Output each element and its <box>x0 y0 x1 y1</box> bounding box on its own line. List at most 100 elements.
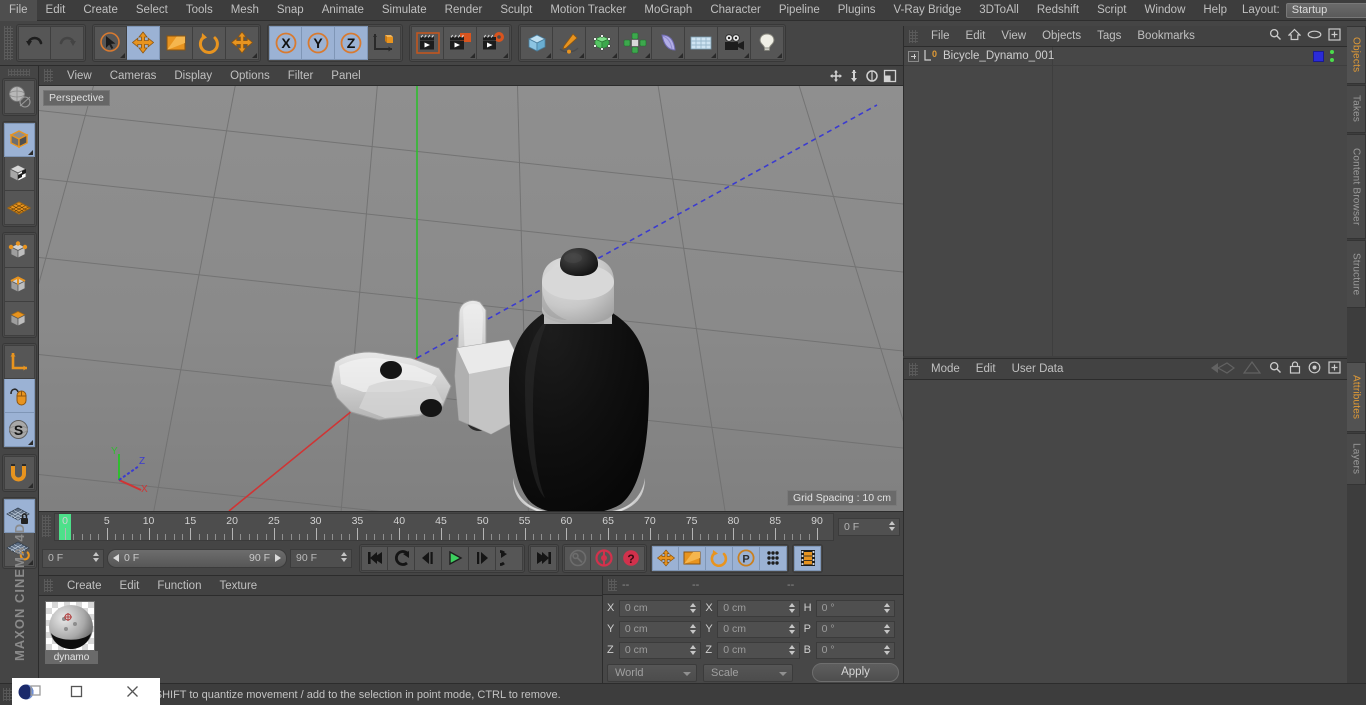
redo-button[interactable] <box>51 26 84 60</box>
material-menu-function[interactable]: Function <box>148 576 210 596</box>
object-menu-objects[interactable]: Objects <box>1034 26 1089 47</box>
visibility-dots-icon[interactable] <box>1330 50 1339 62</box>
timeline-range-slider[interactable]: 0 F 90 F <box>107 548 287 568</box>
next-key-button[interactable] <box>496 545 523 571</box>
menu-item-motion-tracker[interactable]: Motion Tracker <box>541 0 635 21</box>
tab-structure[interactable]: Structure <box>1347 240 1366 308</box>
record-parameter-button[interactable]: P <box>733 545 760 571</box>
viewport-menu-display[interactable]: Display <box>165 66 221 86</box>
menu-item-simulate[interactable]: Simulate <box>373 0 436 21</box>
menu-item-plugins[interactable]: Plugins <box>829 0 885 21</box>
enable-snap-button[interactable]: S <box>3 413 35 447</box>
viewport-menu-panel[interactable]: Panel <box>322 66 369 86</box>
object-menu-view[interactable]: View <box>993 26 1034 47</box>
dynamic-place-tool[interactable] <box>226 26 259 60</box>
coordinate-mode-select[interactable]: Scale <box>703 663 793 682</box>
coord-input-pos-y[interactable]: 0 cm <box>618 620 702 638</box>
rotate-icon[interactable] <box>865 69 879 83</box>
back-nav-icon[interactable] <box>1209 361 1236 378</box>
material-item[interactable]: dynamo <box>45 601 98 664</box>
material-menu-texture[interactable]: Texture <box>210 576 266 596</box>
material-menu-edit[interactable]: Edit <box>111 576 149 596</box>
coord-input-pos-z[interactable]: 0 cm <box>618 641 702 659</box>
make-editable-button[interactable] <box>3 123 35 157</box>
forward-nav-icon[interactable] <box>1242 360 1262 378</box>
timeline-current-frame-input[interactable]: 0 F <box>42 548 104 568</box>
rotate-tool[interactable] <box>193 26 226 60</box>
left-toolbar-grip[interactable] <box>8 69 30 76</box>
move-tool[interactable] <box>127 26 160 60</box>
add-spline-button[interactable] <box>553 26 586 60</box>
record-scale-button[interactable] <box>679 545 706 571</box>
coord-input-size-z[interactable]: 0 cm <box>717 641 800 659</box>
edges-mode-button[interactable] <box>3 268 35 302</box>
search-icon[interactable] <box>1269 28 1282 44</box>
timeline-end-frame-input[interactable]: 90 F <box>290 548 352 568</box>
coordinate-system-select[interactable]: World <box>607 663 697 682</box>
object-menu-edit[interactable]: Edit <box>958 26 994 47</box>
search-icon[interactable] <box>1269 361 1282 377</box>
apply-button[interactable]: Apply <box>812 663 899 682</box>
add-scene-button[interactable] <box>685 26 718 60</box>
add-nurbs-button[interactable] <box>586 26 619 60</box>
spinner-icon[interactable] <box>690 623 697 636</box>
tab-takes[interactable]: Takes <box>1347 85 1366 133</box>
target-icon[interactable] <box>1308 361 1321 377</box>
go-to-start-button[interactable] <box>361 545 388 571</box>
tab-attributes[interactable]: Attributes <box>1347 362 1366 432</box>
menu-item-render[interactable]: Render <box>436 0 492 21</box>
menu-item-animate[interactable]: Animate <box>313 0 373 21</box>
attributes-menu-mode[interactable]: Mode <box>923 359 968 380</box>
go-to-end-button[interactable] <box>530 545 557 571</box>
menu-item-mesh[interactable]: Mesh <box>222 0 268 21</box>
viewport-menu-options[interactable]: Options <box>221 66 279 86</box>
material-manager-grip[interactable] <box>44 579 53 592</box>
eye-icon[interactable] <box>1307 29 1322 43</box>
viewport-grip[interactable] <box>44 69 53 82</box>
layout-select[interactable]: Startup <box>1285 2 1366 18</box>
spinner-icon[interactable] <box>690 644 697 657</box>
record-position-button[interactable] <box>652 545 679 571</box>
zoom-icon[interactable] <box>847 69 861 83</box>
menu-item-3dtoall[interactable]: 3DToAll <box>970 0 1028 21</box>
object-menu-bookmarks[interactable]: Bookmarks <box>1129 26 1203 47</box>
step-forward-button[interactable] <box>469 545 496 571</box>
app-icon[interactable] <box>12 683 48 701</box>
menu-item-snap[interactable]: Snap <box>268 0 313 21</box>
spinner-icon[interactable] <box>788 602 796 615</box>
coord-input-rot-p[interactable]: 0 ° <box>815 620 895 638</box>
spinner-icon[interactable] <box>690 602 697 615</box>
tab-content-browser[interactable]: Content Browser <box>1347 134 1366 239</box>
undo-view-button[interactable] <box>3 80 35 114</box>
record-pla-button[interactable] <box>760 545 787 571</box>
object-tag-material[interactable] <box>1313 50 1324 62</box>
plus-box-icon[interactable] <box>1328 361 1341 377</box>
menu-item-character[interactable]: Character <box>701 0 770 21</box>
render-view-button[interactable] <box>411 26 444 60</box>
add-light-button[interactable] <box>751 26 784 60</box>
coord-input-pos-x[interactable]: 0 cm <box>618 599 702 617</box>
object-row[interactable]: 0 Bicycle_Dynamo_001 <box>904 47 1347 66</box>
spinner-icon[interactable] <box>788 623 796 636</box>
lock-y-axis-button[interactable]: Y <box>302 26 335 60</box>
viewport-solo-button[interactable] <box>3 379 35 413</box>
keyframe-selection-button[interactable]: ? <box>618 545 645 571</box>
spinner-icon[interactable] <box>889 521 896 533</box>
attributes-manager-grip[interactable] <box>909 362 918 376</box>
tab-layers[interactable]: Layers <box>1347 433 1366 485</box>
tab-objects[interactable]: Objects <box>1347 26 1366 84</box>
timeline-mode-button[interactable] <box>794 545 821 571</box>
render-to-picture-viewer-button[interactable] <box>444 26 477 60</box>
coordinates-grip[interactable] <box>608 579 617 591</box>
menu-item-vray-bridge[interactable]: V-Ray Bridge <box>884 0 970 21</box>
record-active-objects-button[interactable] <box>564 545 591 571</box>
viewport-menu-filter[interactable]: Filter <box>279 66 323 86</box>
spinner-icon[interactable] <box>341 551 348 564</box>
menu-item-redshift[interactable]: Redshift <box>1028 0 1088 21</box>
status-bar-grip[interactable] <box>3 688 12 701</box>
menu-item-tools[interactable]: Tools <box>177 0 222 21</box>
expand-object-icon[interactable] <box>908 50 919 62</box>
render-settings-button[interactable] <box>477 26 510 60</box>
menu-item-pipeline[interactable]: Pipeline <box>770 0 829 21</box>
add-deformer-button[interactable] <box>652 26 685 60</box>
